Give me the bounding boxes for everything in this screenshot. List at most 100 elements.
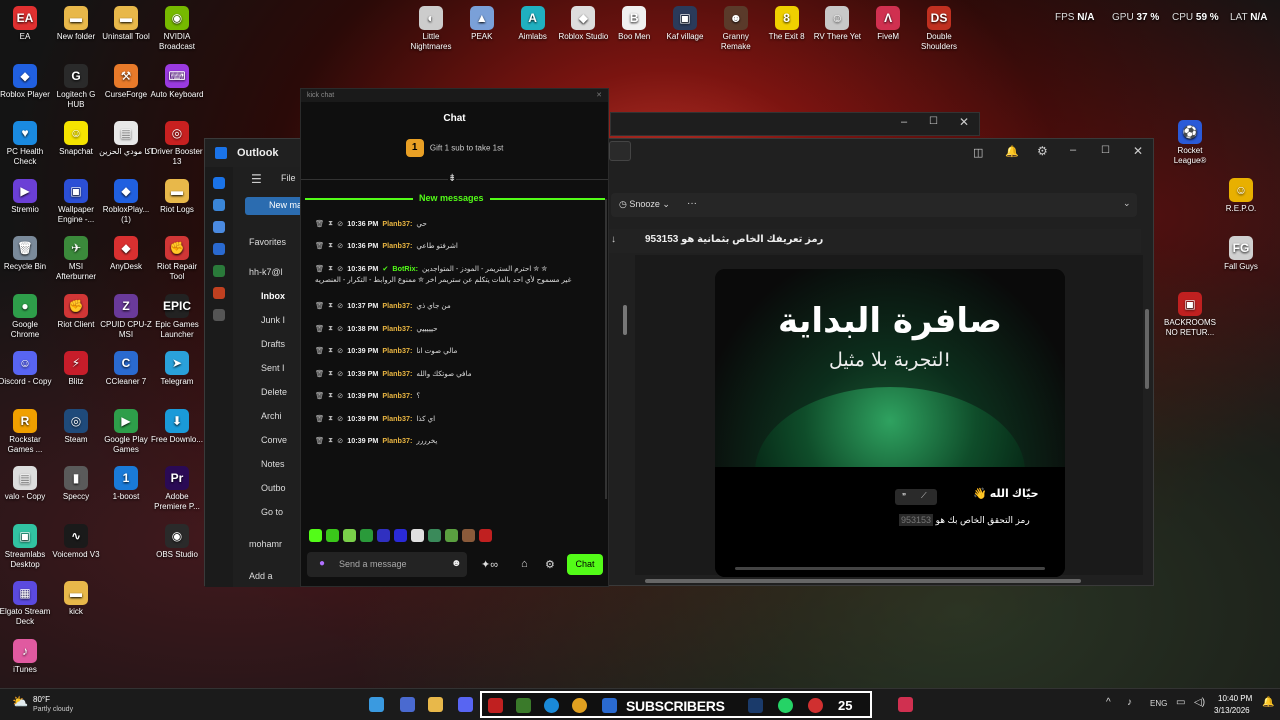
desktop-icon[interactable]: ☺ RV There Yet [810, 6, 864, 42]
timeout-icon[interactable]: ⧗ [328, 240, 333, 250]
message-list-scrollbar[interactable] [623, 305, 627, 335]
delete-icon[interactable]: 🗑 [315, 346, 324, 355]
folder-item[interactable]: Add a [249, 571, 273, 581]
tray-chevron-icon[interactable]: ^ [1106, 697, 1111, 708]
message-username[interactable]: Planb37: [382, 391, 412, 400]
delete-icon[interactable]: 🗑 [315, 219, 324, 228]
folder-item[interactable]: Notes [261, 459, 285, 469]
apps-icon[interactable] [213, 309, 225, 321]
office-icon[interactable] [213, 287, 225, 299]
emote-icon[interactable] [411, 529, 424, 542]
mic-tray-icon[interactable]: ♪ [1127, 697, 1132, 708]
verification-code[interactable]: 953153 [899, 514, 934, 526]
file-menu[interactable]: File [281, 173, 296, 183]
folder-item[interactable]: hh-k7@l [249, 267, 283, 277]
timeout-icon[interactable]: ⧗ [328, 390, 333, 400]
message-username[interactable]: Planb37: [382, 369, 412, 378]
hamburger-icon[interactable]: ☰ [251, 172, 262, 186]
close-icon[interactable]: ✕ [959, 115, 969, 129]
desktop-icon[interactable]: ➤ Telegram [150, 351, 204, 387]
emote-icon[interactable] [360, 529, 373, 542]
todo-icon[interactable] [213, 243, 225, 255]
timeout-icon[interactable]: ⧗ [328, 368, 333, 378]
gift-icon[interactable]: ⌂ [521, 558, 528, 570]
quote-icon[interactable]: ❞ [902, 492, 906, 501]
message-username[interactable]: Planb37: [382, 346, 412, 355]
minimize-icon[interactable]: – [901, 116, 907, 128]
desktop-icon[interactable]: ⚽ Rocket League® [1163, 120, 1217, 166]
snooze-button[interactable]: ◷ Snooze ⌄ [619, 199, 670, 210]
office-icon[interactable] [488, 698, 503, 713]
delete-icon[interactable]: 🗑 [315, 264, 324, 273]
delete-icon[interactable]: 🗑 [315, 414, 324, 423]
edge-icon[interactable] [544, 698, 559, 713]
desktop-icon[interactable]: ◆ AnyDesk [99, 236, 153, 272]
chat-scrollbar[interactable] [605, 199, 607, 499]
search-box[interactable] [609, 141, 631, 161]
message-username[interactable]: Planb37: [382, 301, 412, 310]
ban-icon[interactable]: ⊘ [337, 241, 343, 250]
points-icon[interactable]: ✦∞ [481, 558, 498, 571]
emoji-icon[interactable]: ☻ [451, 558, 462, 569]
message-username[interactable]: Planb37: [382, 241, 412, 250]
desktop-icon[interactable]: 1 1-boost [99, 466, 153, 502]
emote-icon[interactable] [343, 529, 356, 542]
desktop-icon[interactable]: ⚒ CurseForge [99, 63, 153, 100]
ban-icon[interactable]: ⊘ [337, 264, 343, 273]
timeout-icon[interactable]: ⧗ [328, 435, 333, 445]
folder-item[interactable]: Drafts [261, 339, 285, 349]
close-icon[interactable]: ✕ [596, 91, 602, 99]
ban-icon[interactable]: ⊘ [337, 346, 343, 355]
weather-icon[interactable]: ⛅ [12, 694, 28, 710]
folder-item[interactable]: mohamr [249, 539, 282, 549]
weather-temp[interactable]: 80°F [33, 695, 50, 704]
desktop-icon[interactable]: ▬ New folder [49, 6, 103, 42]
desktop-icon[interactable]: ☺ R.E.P.O. [1214, 178, 1268, 214]
emote-icon[interactable] [428, 529, 441, 542]
emote-icon[interactable] [462, 529, 475, 542]
desktop-icon[interactable]: ▬ Riot Logs [150, 178, 204, 215]
desktop-icon[interactable]: A Aimlabs [506, 6, 560, 42]
chrome-icon[interactable] [572, 698, 587, 713]
clock-time[interactable]: 10:40 PM [1218, 694, 1252, 703]
folder-item[interactable]: Favorites [249, 237, 286, 247]
desktop-icon[interactable]: ☺ Discord - Copy [0, 351, 52, 387]
ban-icon[interactable]: ⊘ [337, 369, 343, 378]
desktop-icon[interactable]: ⬇ Free Downlo... [150, 408, 204, 445]
people-icon[interactable] [213, 221, 225, 233]
desktop-icon[interactable]: ☺ Snapchat [49, 121, 103, 157]
network-icon[interactable]: ▭ [1176, 697, 1185, 708]
desktop-icon[interactable]: EA EA [0, 6, 52, 42]
excel-icon[interactable] [213, 265, 225, 277]
app-icon[interactable] [808, 698, 823, 713]
desktop-icon[interactable]: ♪ iTunes [0, 638, 52, 675]
volume-icon[interactable]: ◁) [1194, 697, 1205, 708]
desktop-icon[interactable]: ✊ Riot Repair Tool [150, 236, 204, 282]
start-icon[interactable] [369, 697, 384, 712]
desktop-icon[interactable]: ▶ Google Play Games [99, 408, 153, 455]
desktop-icon[interactable]: ◎ Driver Booster 13 [150, 121, 204, 167]
desktop-icon[interactable]: ◎ Steam [49, 408, 103, 445]
mic-icon[interactable]: ● [319, 558, 325, 569]
clock-date[interactable]: 3/13/2026 [1214, 706, 1250, 715]
desktop-icon[interactable]: FG Fall Guys [1214, 236, 1268, 272]
desktop-icon[interactable]: ◆ RobloxPlay... (1) [99, 178, 153, 225]
reading-horizontal-scrollbar[interactable] [645, 579, 1081, 583]
ban-icon[interactable]: ⊘ [337, 414, 343, 423]
message-username[interactable]: Planb37: [382, 414, 412, 423]
timeout-icon[interactable]: ⧗ [328, 218, 333, 228]
desktop-icon[interactable]: ◐ Little Nightmares [404, 6, 458, 52]
new-mail-button[interactable]: New ma [245, 197, 305, 215]
language-indicator[interactable]: ENG [1150, 699, 1167, 708]
emote-icon[interactable] [445, 529, 458, 542]
desktop-icon[interactable]: ▶ Stremio [0, 178, 52, 215]
whatsapp-icon[interactable] [778, 698, 793, 713]
desktop-icon[interactable]: ◉ OBS Studio [150, 523, 204, 560]
desktop-icon[interactable]: R Rockstar Games ... [0, 408, 52, 455]
desktop-icon[interactable]: Pr Adobe Premiere P... [150, 466, 204, 512]
ribbon-collapse-icon[interactable]: ⌄ [1123, 198, 1131, 209]
folder-item[interactable]: Archi [261, 411, 282, 421]
desktop-icon[interactable]: DS Double Shoulders [912, 6, 966, 52]
link-icon[interactable]: ⟋ [921, 491, 927, 501]
message-username[interactable]: Planb37: [382, 324, 412, 333]
